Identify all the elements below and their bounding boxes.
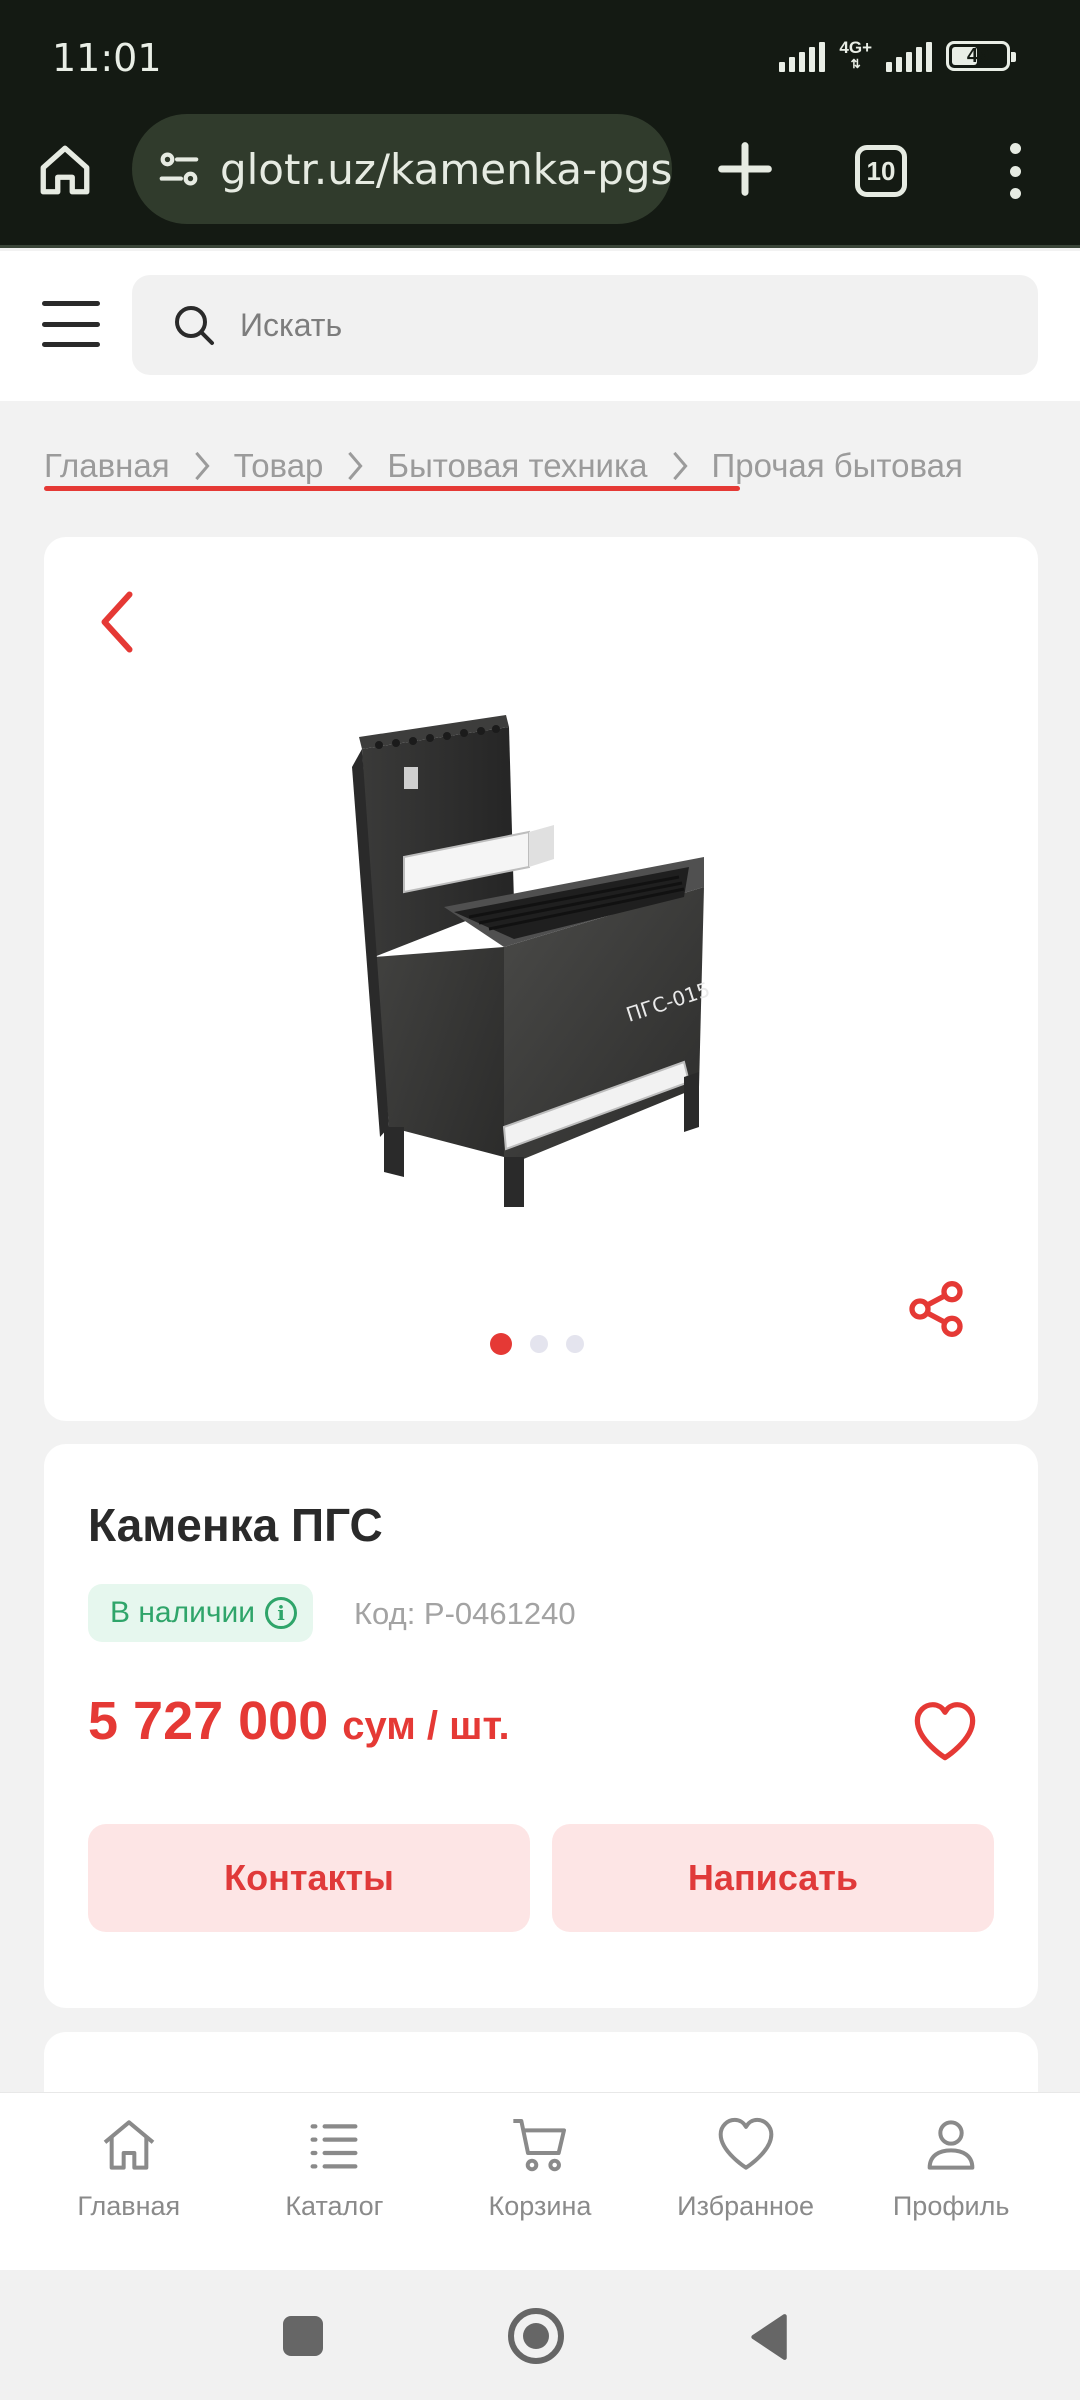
home-icon [103, 2120, 155, 2170]
chevron-right-icon [670, 451, 690, 481]
search-icon [175, 306, 214, 345]
chevron-left-icon [101, 591, 133, 653]
price-amount: 5 727 000 [88, 1691, 329, 1751]
gallery-pagination [490, 1333, 584, 1355]
cart-icon [513, 2119, 566, 2172]
nav-label: Главная [77, 2191, 181, 2221]
product-price: 5 727 000 сум / шт. [88, 1690, 510, 1752]
share-button[interactable] [904, 1277, 968, 1341]
gallery-dot[interactable] [490, 1333, 512, 1355]
product-gallery: ПГС-015 [44, 537, 1038, 1421]
breadcrumb-home[interactable]: Главная [44, 447, 170, 485]
network-type: 4G+ ⇅ [839, 38, 872, 71]
contacts-button[interactable]: Контакты [88, 1824, 530, 1932]
share-icon [909, 1281, 963, 1337]
search-input[interactable] [240, 306, 940, 344]
site-header [0, 251, 1080, 401]
new-tab-button[interactable] [710, 134, 780, 204]
browser-home-button[interactable] [30, 135, 100, 205]
breadcrumb-scroll-indicator [44, 486, 740, 491]
recents-button[interactable] [283, 2316, 323, 2356]
hamburger-menu-icon[interactable] [42, 301, 100, 347]
price-unit: сум / шт. [342, 1704, 510, 1748]
heart-icon [914, 1702, 976, 1761]
system-back-button[interactable] [746, 2312, 790, 2362]
nav-item-profile[interactable]: Профиль [856, 2113, 1046, 2270]
home-icon [40, 145, 90, 195]
nav-label: Каталог [285, 2191, 384, 2221]
status-icons: 4G+ ⇅ 49 [779, 38, 1016, 72]
breadcrumb-appliances[interactable]: Бытовая техника [387, 447, 647, 485]
gallery-dot[interactable] [566, 1335, 584, 1353]
profile-icon [927, 2120, 975, 2170]
battery-level: 49 [966, 44, 990, 67]
system-navigation-bar [0, 2270, 1080, 2400]
stock-badge: В наличии i [88, 1584, 314, 1642]
nav-item-cart[interactable]: Корзина [445, 2113, 635, 2270]
heart-icon [718, 2117, 773, 2170]
next-section-card [44, 2032, 1038, 2092]
gallery-prev-button[interactable] [92, 587, 142, 657]
nav-label: Профиль [892, 2191, 1010, 2221]
browser-menu-icon[interactable] [1000, 143, 1030, 199]
info-icon[interactable]: i [265, 1597, 298, 1629]
gallery-dot[interactable] [530, 1335, 548, 1353]
breadcrumb-other-appliances[interactable]: Прочая бытовая [712, 447, 963, 485]
nav-item-catalog[interactable]: Каталог [239, 2113, 429, 2270]
product-title: Каменка ПГС [88, 1499, 383, 1551]
signal-icon-2 [886, 40, 932, 72]
breadcrumb-goods[interactable]: Товар [234, 447, 324, 485]
status-time: 11:01 [52, 36, 162, 80]
favorite-button[interactable] [910, 1698, 980, 1762]
write-button[interactable]: Написать [552, 1824, 994, 1932]
product-sku: Код: P-0461240 [354, 1596, 576, 1631]
chevron-right-icon [192, 451, 212, 481]
nav-label: Корзина [488, 2191, 592, 2221]
search-bar[interactable] [132, 275, 1038, 375]
product-info-card: Каменка ПГС В наличии i Код: P-0461240 5… [44, 1444, 1038, 2008]
site-settings-icon[interactable] [156, 146, 202, 192]
chevron-right-icon [345, 451, 365, 481]
nav-item-favorites[interactable]: Избранное [651, 2113, 841, 2270]
battery-icon: 49 [946, 41, 1016, 71]
address-bar[interactable]: glotr.uz/kamenka-pgs [132, 114, 672, 224]
nav-label: Избранное [677, 2191, 814, 2221]
plus-icon [718, 142, 772, 196]
browser-toolbar: 11:01 4G+ ⇅ 49 glotr.uz/kamenka-pgs 10 [0, 0, 1080, 248]
brand-logo [404, 767, 418, 789]
system-home-button[interactable] [508, 2308, 564, 2364]
signal-icon [779, 40, 826, 72]
product-image[interactable]: ПГС-015 [344, 707, 784, 1247]
nav-item-home[interactable]: Главная [34, 2113, 224, 2270]
bottom-navigation: Главная Каталог Корзина Избранное Профил… [0, 2092, 1080, 2270]
stock-status: В наличии [110, 1596, 256, 1629]
catalog-icon [310, 2124, 358, 2169]
tab-switcher-button[interactable]: 10 [855, 145, 907, 197]
url-text: glotr.uz/kamenka-pgs [219, 144, 672, 194]
